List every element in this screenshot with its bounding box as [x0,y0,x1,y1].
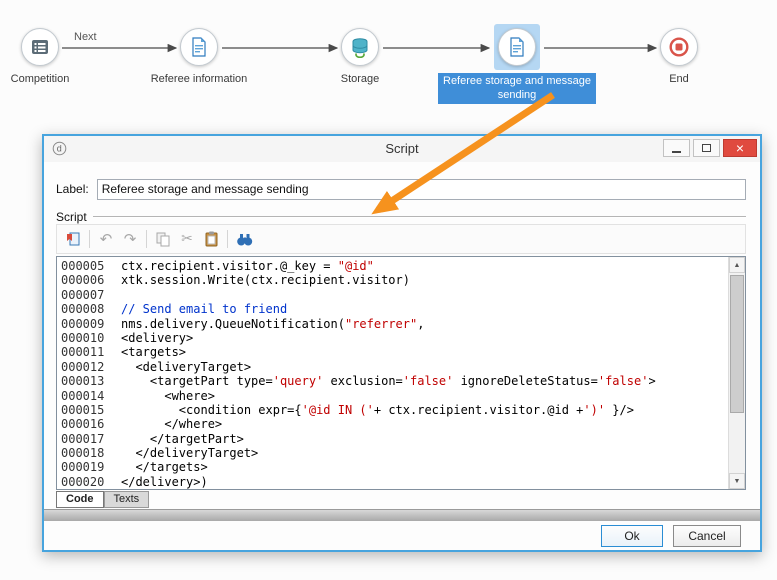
code-line: 000005ctx.recipient.visitor.@_key = "@id… [61,259,728,273]
copy-icon[interactable] [151,227,175,251]
line-number: 000013 [61,374,107,388]
label-caption: Label: [56,182,89,196]
line-number: 000016 [61,417,107,431]
end-node-box[interactable] [656,24,702,70]
paste-icon[interactable] [199,227,223,251]
scroll-thumb[interactable] [730,275,744,413]
script-icon[interactable] [180,28,218,66]
line-number: 000009 [61,317,107,331]
code-line: 000010<delivery> [61,331,728,345]
line-number: 000012 [61,360,107,374]
cancel-button[interactable]: Cancel [673,525,741,547]
tab-texts[interactable]: Texts [104,491,150,508]
line-number: 000014 [61,389,107,403]
vertical-scrollbar[interactable]: ▲ ▼ [728,257,745,489]
label-input[interactable] [97,179,746,200]
code-line: 000018 </deliveryTarget> [61,446,728,460]
line-number: 000006 [61,273,107,287]
workflow-node-label: Referee storage and message sending [438,73,596,104]
toolbar-separator [146,230,147,248]
storage-node-box[interactable] [337,24,383,70]
scroll-up-button[interactable]: ▲ [729,257,745,273]
toolbar-separator [227,230,228,248]
workflow-node-label: Referee information [151,73,248,85]
code-line: 000020</delivery>) [61,475,728,489]
insert-snippet-icon[interactable] [61,227,85,251]
code-editor[interactable]: 000005ctx.recipient.visitor.@_key = "@id… [56,256,746,490]
code-line: 000019 </targets> [61,460,728,474]
workflow-node-end[interactable]: End [594,24,764,85]
end-icon[interactable] [660,28,698,66]
workflow-node-label: Storage [341,73,380,85]
line-number: 000011 [61,345,107,359]
dialog-title: Script [44,141,760,156]
script-group-caption: Script [56,210,87,224]
line-number: 000020 [61,475,107,489]
workflow-node-storage[interactable]: Storage [275,24,445,85]
close-icon: × [736,141,744,155]
competition-icon[interactable] [21,28,59,66]
cut-icon[interactable]: ✂ [175,227,199,251]
script-node-box[interactable] [176,24,222,70]
ok-button[interactable]: Ok [601,525,663,547]
screen: Next CompetitionReferee informationStora… [0,0,777,580]
code-line: 000014 <where> [61,389,728,403]
minimize-icon [672,151,681,153]
code-line: 000011<targets> [61,345,728,359]
workflow-node-script[interactable]: Referee information [114,24,284,85]
code-line: 000009nms.delivery.QueueNotification("re… [61,317,728,331]
toolbar-separator [89,230,90,248]
line-number: 000015 [61,403,107,417]
code-line: 000007 [61,288,728,302]
line-number: 000008 [61,302,107,316]
window-controls: × [663,139,757,157]
editor-tabs: CodeTexts [56,491,149,508]
minimize-button[interactable] [663,139,690,157]
script-dialog: d Script × Label: Script ↶↷ ✂ 000005ctx.r… [42,134,762,552]
code-line: 000008// Send email to friend [61,302,728,316]
workflow-node-script[interactable]: Referee storage and message sending [432,24,602,104]
line-number: 000010 [61,331,107,345]
scroll-down-button[interactable]: ▼ [729,473,745,489]
code-line: 000015 <condition expr={'@id IN ('+ ctx.… [61,403,728,417]
script-icon[interactable] [498,28,536,66]
code-line: 000017 </targetPart> [61,432,728,446]
code-line: 000006xtk.session.Write(ctx.recipient.vi… [61,273,728,287]
line-number: 000007 [61,288,107,302]
line-number: 000005 [61,259,107,273]
find-icon[interactable] [232,227,256,251]
code-line: 000016 </where> [61,417,728,431]
code-line: 000013 <targetPart type='query' exclusio… [61,374,728,388]
group-separator [93,216,746,218]
code-line: 000012 <deliveryTarget> [61,360,728,374]
line-number: 000018 [61,446,107,460]
competition-node-box[interactable] [17,24,63,70]
script-node-box[interactable] [494,24,540,70]
close-button[interactable]: × [723,139,757,157]
dialog-buttons: Ok Cancel [601,525,741,547]
undo-icon[interactable]: ↶ [94,227,118,251]
workflow-diagram: Next CompetitionReferee informationStora… [0,0,777,118]
redo-icon[interactable]: ↷ [118,227,142,251]
maximize-button[interactable] [693,139,720,157]
tab-code[interactable]: Code [56,491,104,508]
dialog-titlebar[interactable]: d Script × [44,136,760,162]
maximize-icon [702,144,711,152]
script-toolbar: ↶↷ ✂ [56,224,746,254]
workflow-node-competition[interactable]: Competition [0,24,125,85]
line-number: 000017 [61,432,107,446]
line-number: 000019 [61,460,107,474]
code-area[interactable]: 000005ctx.recipient.visitor.@_key = "@id… [57,257,728,489]
workflow-node-label: End [669,73,689,85]
status-strip [44,509,760,521]
storage-icon[interactable] [341,28,379,66]
workflow-node-label: Competition [11,73,70,85]
